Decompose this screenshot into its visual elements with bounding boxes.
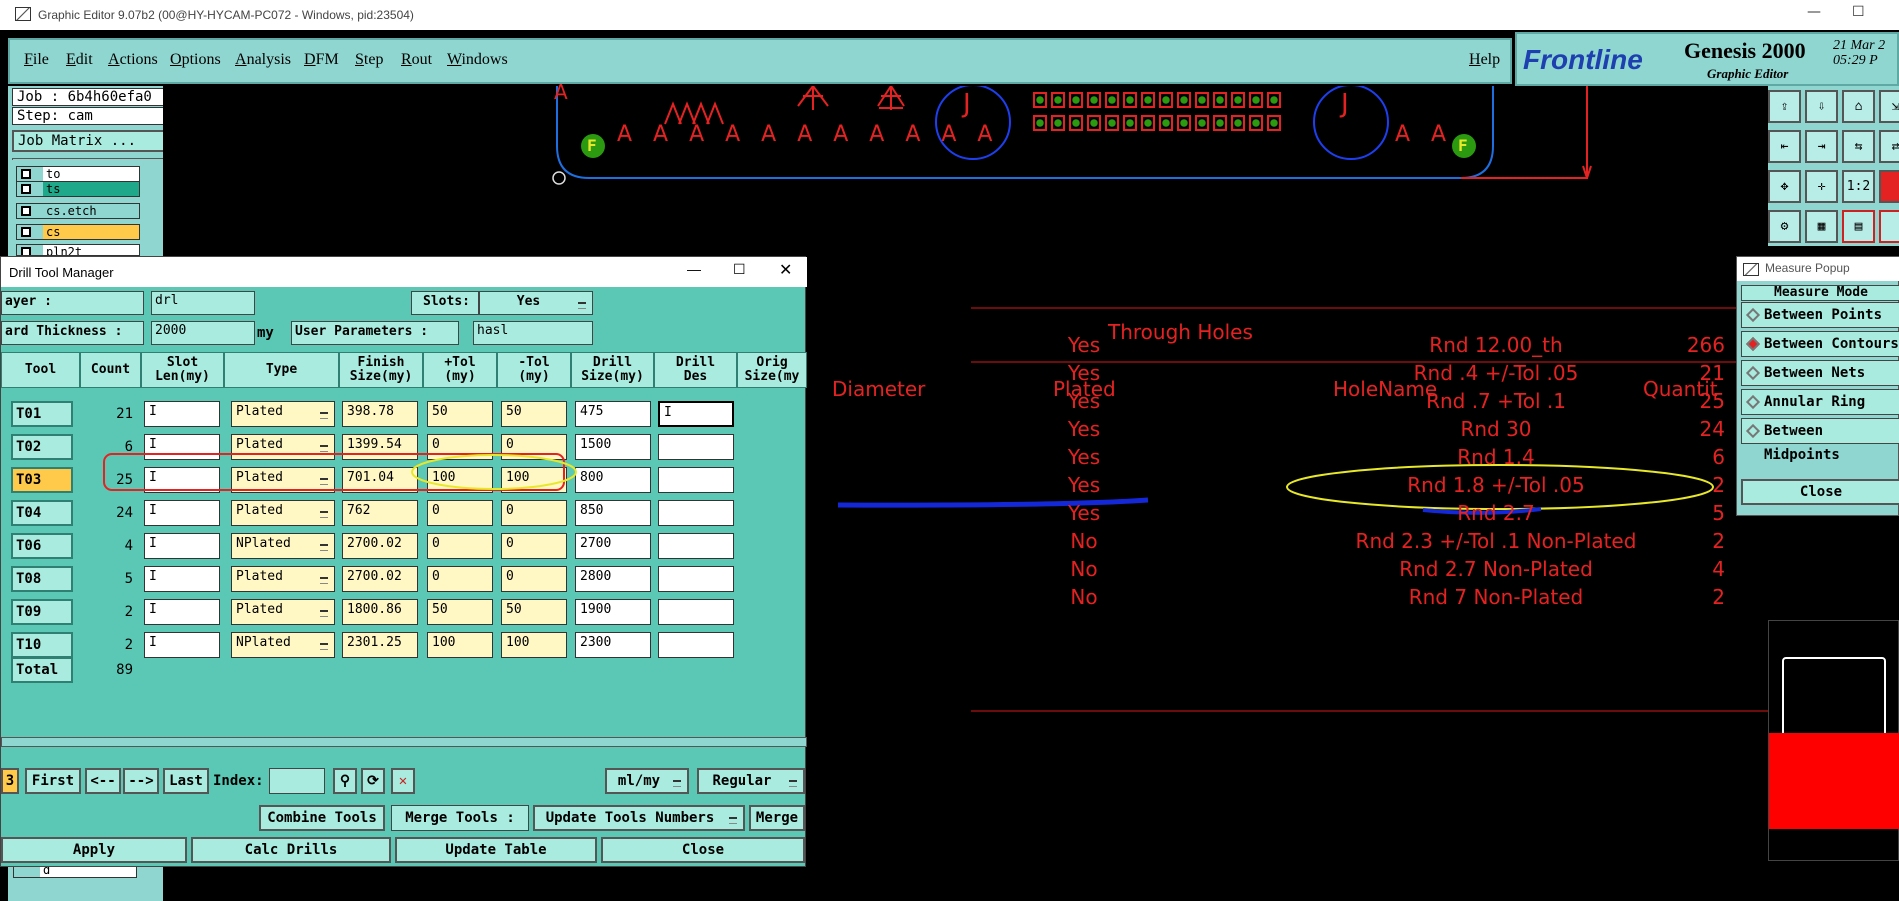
- tool-button[interactable]: ⇲: [1879, 90, 1899, 123]
- th-quantity: 25: [1699, 389, 1725, 413]
- measure-option-selected[interactable]: Between Contours: [1741, 331, 1899, 357]
- clock: 21 Mar 2 05:29 P: [1833, 38, 1885, 68]
- th-holename: Rnd .4 +/-Tol .05: [1413, 361, 1579, 385]
- th-holename: Rnd .7 +Tol .1: [1426, 389, 1566, 413]
- th-holename: Rnd 2.7 Non-Plated: [1399, 557, 1593, 581]
- tool-button[interactable]: ⇩: [1805, 90, 1838, 123]
- connector-ring-right: [1313, 86, 1389, 160]
- fiducial-label-right: F: [1458, 136, 1468, 155]
- connector-label-right: J: [1341, 89, 1349, 119]
- th-quantity: 5: [1712, 501, 1725, 525]
- th-plated: Yes: [1067, 417, 1101, 441]
- scale-one-icon[interactable]: 1:2: [1842, 170, 1875, 203]
- radio-icon: [1745, 365, 1761, 381]
- th-holename: Rnd 2.3 +/-Tol .1 Non-Plated: [1355, 529, 1637, 553]
- measure-popup: Measure Popup Measure Mode Between Point…: [1736, 256, 1899, 516]
- th-plated: Yes: [1067, 389, 1101, 413]
- th-holename: Rnd 2.7: [1457, 501, 1535, 525]
- th-quantity: 6: [1712, 445, 1725, 469]
- radio-icon: [1745, 394, 1761, 410]
- tool-button[interactable]: ⇤: [1768, 130, 1801, 163]
- tool-button[interactable]: [1879, 210, 1899, 243]
- measure-option[interactable]: Between Midpoints: [1741, 418, 1899, 463]
- th-plated: Yes: [1067, 501, 1101, 525]
- radio-icon: [1745, 423, 1761, 439]
- product-subtitle: Graphic Editor: [1707, 66, 1789, 81]
- th-plated: No: [1070, 585, 1098, 609]
- measure-option-label: Between Nets: [1764, 365, 1866, 381]
- tool-button[interactable]: ⇥: [1805, 130, 1838, 163]
- th-holename: Rnd 7 Non-Plated: [1408, 585, 1584, 609]
- th-quantity: 266: [1686, 333, 1725, 357]
- through-holes-title: Through Holes: [1108, 320, 1253, 344]
- overview-fill: [1769, 733, 1899, 829]
- th-holename: Rnd 30: [1460, 417, 1532, 441]
- th-plated: No: [1070, 557, 1098, 581]
- th-quantity: 2: [1712, 473, 1725, 497]
- tool-button[interactable]: ⇄: [1879, 130, 1899, 163]
- menu-help[interactable]: Help: [1469, 51, 1500, 69]
- settings-icon[interactable]: ⚙: [1768, 210, 1801, 243]
- minimize-icon[interactable]: —: [1807, 4, 1821, 20]
- maximize-icon[interactable]: ☐: [1852, 4, 1865, 20]
- measure-option-label: Between Contours: [1764, 336, 1899, 352]
- th-quantity: 21: [1699, 361, 1725, 385]
- connector-label-left: J: [963, 89, 971, 119]
- th-quantity: 2: [1712, 585, 1725, 609]
- th-plated: Yes: [1067, 473, 1101, 497]
- tool-button[interactable]: [1879, 170, 1899, 203]
- th-quantity: 24: [1699, 417, 1725, 441]
- measure-option[interactable]: Annular Ring: [1741, 389, 1899, 415]
- th-holename: Rnd 12.00_th: [1429, 333, 1563, 357]
- th-holename: Rnd 1.4: [1457, 445, 1535, 469]
- clock-time: 05:29 P: [1833, 53, 1878, 68]
- dimension-line: [1461, 86, 1592, 179]
- tool-button[interactable]: ⇆: [1842, 130, 1875, 163]
- zoom-fit-icon[interactable]: ✥: [1768, 170, 1801, 203]
- highlight-row-t03: [103, 453, 565, 491]
- brand-name: Frontline: [1523, 44, 1643, 75]
- tool-palette: ⇪ ⇩ ⌂ ⇲ ⇤ ⇥ ⇆ ⇄ ✥ ✛ 1:2 ⚙ ▦ ▤: [1768, 86, 1899, 246]
- th-plated: Yes: [1067, 333, 1101, 357]
- radio-icon: [1745, 307, 1761, 323]
- measure-option-label: Between Points: [1764, 307, 1883, 323]
- th-plated: Yes: [1067, 361, 1101, 385]
- tool-button[interactable]: ⌂: [1842, 90, 1875, 123]
- measure-option[interactable]: Between Points: [1741, 302, 1899, 328]
- th-quantity: 4: [1712, 557, 1725, 581]
- radio-selected-icon: [1745, 336, 1761, 352]
- measure-mode-label: Measure Mode: [1741, 285, 1899, 301]
- highlight-ellipse-tol: [411, 454, 577, 490]
- measure-title: Measure Popup: [1737, 257, 1899, 281]
- grid-icon[interactable]: ▦: [1805, 210, 1838, 243]
- measure-option-label: Annular Ring: [1764, 394, 1866, 410]
- layers-icon[interactable]: ▤: [1842, 210, 1875, 243]
- measure-option-label: Between Midpoints: [1764, 423, 1840, 463]
- measure-option[interactable]: Between Nets: [1741, 360, 1899, 386]
- pad-letters-right: A A: [1395, 122, 1454, 147]
- th-holename: Rnd 1.8 +/-Tol .05: [1407, 473, 1585, 497]
- th-plated: No: [1070, 529, 1098, 553]
- pad-grid: [1033, 92, 1293, 134]
- th-quantity: 2: [1712, 529, 1725, 553]
- frontline-logo: Frontline Genesis 2000 Graphic Editor 21…: [1515, 32, 1899, 86]
- th-plated: Yes: [1067, 445, 1101, 469]
- tool-button[interactable]: ⇪: [1768, 90, 1801, 123]
- clock-date: 21 Mar 2: [1833, 38, 1886, 53]
- annotation-overlay: [103, 453, 577, 491]
- app-icon: [1743, 263, 1759, 276]
- measure-close-button[interactable]: Close: [1741, 479, 1899, 505]
- zoom-icon[interactable]: ✛: [1805, 170, 1838, 203]
- th-col-diameter: Diameter: [832, 377, 926, 401]
- overview-outline: [1782, 657, 1886, 743]
- product-name: Genesis 2000: [1684, 38, 1806, 63]
- overview-panel[interactable]: [1768, 620, 1899, 861]
